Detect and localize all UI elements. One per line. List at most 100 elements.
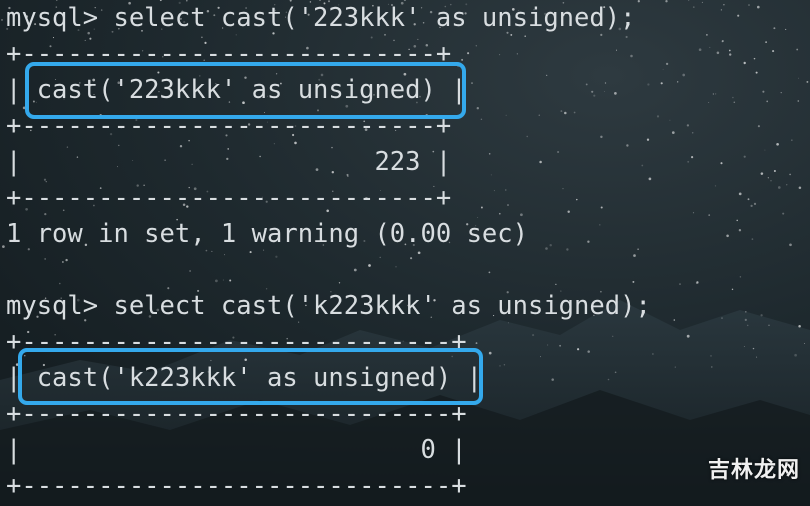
star-dot	[526, 135, 528, 138]
star-dot	[379, 256, 381, 259]
star-dot	[708, 214, 711, 216]
star-dot	[475, 342, 478, 345]
star-dot	[59, 282, 61, 285]
query2-header-highlight	[18, 348, 483, 405]
star-dot	[557, 150, 560, 154]
star-dot	[798, 186, 802, 190]
star-dot	[641, 164, 644, 167]
star-dot	[545, 247, 548, 250]
star-dot	[692, 6, 695, 8]
star-dot	[744, 318, 747, 322]
star-dot	[540, 356, 541, 358]
star-dot	[493, 190, 495, 192]
query1-border-bottom: +---------------------------+	[6, 183, 452, 213]
star-dot	[215, 279, 218, 283]
star-dot	[757, 5, 760, 9]
star-dot	[671, 131, 675, 134]
star-dot	[744, 310, 747, 313]
star-dot	[660, 82, 663, 85]
star-dot	[773, 169, 776, 173]
star-dot	[760, 172, 764, 175]
star-dot	[776, 142, 779, 146]
star-dot	[410, 257, 413, 260]
star-dot	[686, 124, 690, 127]
star-dot	[615, 49, 618, 51]
star-dot	[798, 325, 801, 328]
star-dot	[547, 344, 549, 346]
star-dot	[562, 187, 564, 190]
query2-border-bottom: +----------------------------+	[6, 471, 467, 501]
star-dot	[559, 344, 561, 347]
star-dot	[229, 279, 232, 282]
star-dot	[764, 149, 766, 151]
star-dot	[587, 240, 590, 243]
star-dot	[751, 238, 754, 240]
star-dot	[600, 206, 603, 209]
star-dot	[669, 119, 671, 121]
star-dot	[765, 41, 767, 43]
star-dot	[806, 80, 809, 83]
star-dot	[709, 46, 711, 48]
star-dot	[498, 212, 501, 215]
star-dot	[480, 118, 483, 121]
star-dot	[743, 61, 746, 65]
star-dot	[222, 279, 224, 281]
star-dot	[733, 101, 736, 104]
star-dot	[488, 271, 491, 274]
star-dot	[711, 366, 713, 368]
star-dot	[679, 283, 681, 285]
star-dot	[732, 96, 734, 99]
star-dot	[794, 353, 797, 357]
star-dot	[723, 4, 725, 6]
star-dot	[772, 50, 775, 53]
star-dot	[701, 1, 703, 3]
star-dot	[1, 19, 3, 21]
star-dot	[630, 54, 633, 58]
star-dot	[714, 185, 717, 187]
query2-value-row: | 0 |	[6, 435, 467, 465]
star-dot	[797, 77, 799, 79]
star-dot	[507, 204, 509, 206]
star-dot	[587, 350, 590, 353]
star-dot	[516, 53, 518, 55]
star-dot	[738, 192, 742, 196]
star-dot	[395, 265, 397, 268]
star-dot	[756, 356, 758, 358]
star-dot	[607, 378, 610, 381]
star-dot	[796, 48, 799, 51]
star-dot	[637, 0, 640, 3]
star-dot	[614, 371, 617, 374]
star-dot	[729, 53, 732, 56]
star-dot	[604, 82, 607, 84]
star-dot	[739, 276, 742, 278]
star-dot	[532, 334, 535, 337]
star-dot	[567, 210, 570, 213]
star-dot	[789, 173, 791, 176]
star-dot	[785, 28, 787, 30]
star-dot	[573, 111, 576, 114]
star-dot	[687, 160, 690, 163]
star-dot	[499, 54, 501, 56]
star-dot	[368, 264, 371, 267]
star-dot	[551, 378, 554, 381]
star-dot	[549, 243, 552, 247]
star-dot	[604, 90, 605, 92]
query1-prompt-line: mysql> select cast('223kkk' as unsigned)…	[6, 3, 636, 33]
star-dot	[480, 206, 483, 209]
star-dot	[674, 366, 676, 368]
star-dot	[656, 115, 660, 118]
star-dot	[189, 270, 192, 272]
star-dot	[773, 27, 776, 30]
star-dot	[475, 45, 477, 47]
star-dot	[633, 254, 636, 257]
star-dot	[591, 90, 594, 93]
star-dot	[673, 319, 676, 321]
query1-value-row: | 223 |	[6, 147, 452, 177]
star-dot	[777, 186, 781, 189]
star-dot	[691, 132, 694, 134]
star-dot	[566, 248, 569, 251]
star-dot	[736, 219, 738, 222]
star-dot	[782, 212, 785, 215]
star-dot	[747, 198, 750, 201]
star-dot	[714, 93, 717, 95]
